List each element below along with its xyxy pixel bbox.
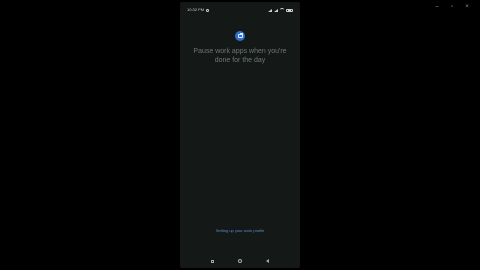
navigation-bar bbox=[180, 257, 300, 265]
nav-recents-icon[interactable] bbox=[211, 259, 214, 263]
work-profile-setup-link[interactable]: Setting up your work profile bbox=[180, 228, 300, 234]
close-button[interactable]: × bbox=[464, 3, 470, 11]
nav-back-icon[interactable] bbox=[266, 259, 269, 263]
notification-dot-icon bbox=[206, 8, 210, 12]
nav-home-icon[interactable] bbox=[238, 259, 242, 263]
status-bar: 10:32 PM bbox=[187, 7, 293, 13]
window-controls: – ▫ × bbox=[434, 3, 470, 11]
phone-screen: 10:32 PM Pause work apps when you're don… bbox=[180, 2, 300, 268]
work-apps-message: Pause work apps when you're done for the… bbox=[190, 47, 290, 65]
work-profile-badge bbox=[235, 31, 245, 41]
status-time: 10:32 PM bbox=[187, 7, 205, 12]
wifi-icon bbox=[280, 8, 284, 12]
signal-icon bbox=[268, 8, 272, 12]
message-line-1: Pause work apps when you're bbox=[193, 48, 287, 55]
signal-2-icon bbox=[274, 8, 278, 12]
battery-icon bbox=[286, 8, 293, 12]
message-line-2: done for the day bbox=[214, 57, 266, 64]
minimize-button[interactable]: – bbox=[434, 3, 440, 11]
briefcase-icon bbox=[237, 33, 244, 38]
restore-button[interactable]: ▫ bbox=[449, 3, 455, 11]
